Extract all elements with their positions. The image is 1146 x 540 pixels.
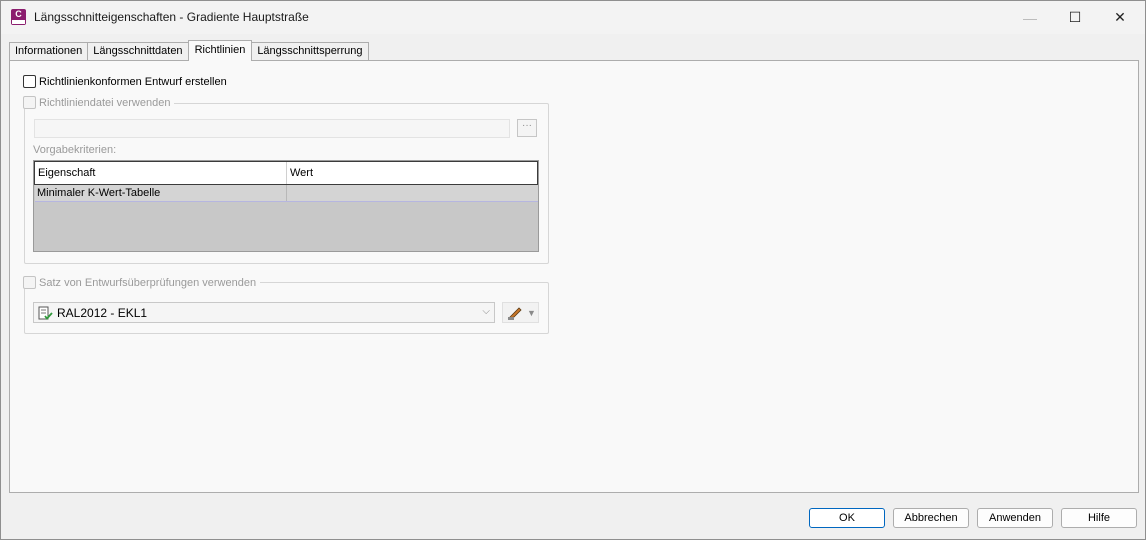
help-button[interactable]: Hilfe (1061, 508, 1137, 528)
chevron-down-icon: ⌵ (482, 306, 490, 317)
title-bar: C Längsschnitteigenschaften - Gradiente … (1, 1, 1145, 34)
check-set-label: Satz von Entwurfsüberprüfungen verwenden (39, 276, 257, 289)
criteria-file-path-input[interactable] (34, 119, 510, 138)
check-set-icon (38, 306, 53, 320)
table-row[interactable]: Minimaler K-Wert-Tabelle (35, 185, 538, 202)
check-set-dropdown[interactable]: RAL2012 - EKL1 ⌵ (33, 302, 495, 323)
tab-laengsschnittsperrung[interactable]: Längsschnittsperrung (251, 42, 369, 61)
edit-check-set-button[interactable]: ▼ (502, 302, 539, 323)
check-set-value: RAL2012 - EKL1 (57, 305, 148, 320)
dropdown-arrow-icon: ▼ (527, 307, 536, 318)
maximize-icon: ☐ (1068, 9, 1082, 25)
cell-property: Minimaler K-Wert-Tabelle (35, 185, 287, 201)
checkbox-box[interactable] (23, 276, 36, 289)
maximize-button[interactable]: ☐ (1052, 1, 1098, 34)
criteria-file-label: Richtliniendatei verwenden (39, 96, 171, 109)
check-set-checkbox[interactable]: Satz von Entwurfsüberprüfungen verwenden (23, 276, 261, 289)
tab-richtlinien[interactable]: Richtlinien (187, 40, 253, 61)
window-title: Längsschnitteigenschaften - Gradiente Ha… (34, 10, 309, 24)
column-header-wert[interactable]: Wert (287, 162, 537, 184)
apply-button[interactable]: Anwenden (977, 508, 1053, 528)
design-criteria-label: Richtlinienkonformen Entwurf erstellen (39, 75, 227, 88)
ok-button[interactable]: OK (809, 508, 885, 528)
close-icon: ✕ (1114, 9, 1126, 25)
checkbox-box[interactable] (23, 96, 36, 109)
browse-button[interactable]: ··· (517, 119, 537, 137)
close-button[interactable]: ✕ (1097, 1, 1143, 34)
minimize-icon: — (1023, 9, 1037, 26)
edit-pencil-icon (507, 306, 522, 320)
tab-strip: Informationen Längsschnittdaten Richtlin… (9, 40, 369, 61)
tab-informationen[interactable]: Informationen (9, 42, 89, 61)
column-header-eigenschaft[interactable]: Eigenschaft (35, 162, 287, 184)
properties-dialog: C Längsschnitteigenschaften - Gradiente … (0, 0, 1146, 540)
cell-value[interactable] (287, 185, 538, 201)
checkbox-box[interactable] (23, 75, 36, 88)
grid-header: Eigenschaft Wert (34, 161, 538, 185)
ellipsis-icon: ··· (522, 120, 532, 131)
tab-laengsschnittdaten[interactable]: Längsschnittdaten (87, 42, 189, 61)
criteria-grid-label: Vorgabekriterien: (33, 144, 117, 156)
design-criteria-checkbox[interactable]: Richtlinienkonformen Entwurf erstellen (23, 75, 227, 88)
criteria-grid: Eigenschaft Wert Minimaler K-Wert-Tabell… (33, 160, 539, 252)
civil3d-app-icon: C (11, 9, 26, 25)
criteria-file-checkbox[interactable]: Richtliniendatei verwenden (23, 96, 175, 109)
minimize-button[interactable]: — (1007, 1, 1053, 34)
cancel-button[interactable]: Abbrechen (893, 508, 969, 528)
